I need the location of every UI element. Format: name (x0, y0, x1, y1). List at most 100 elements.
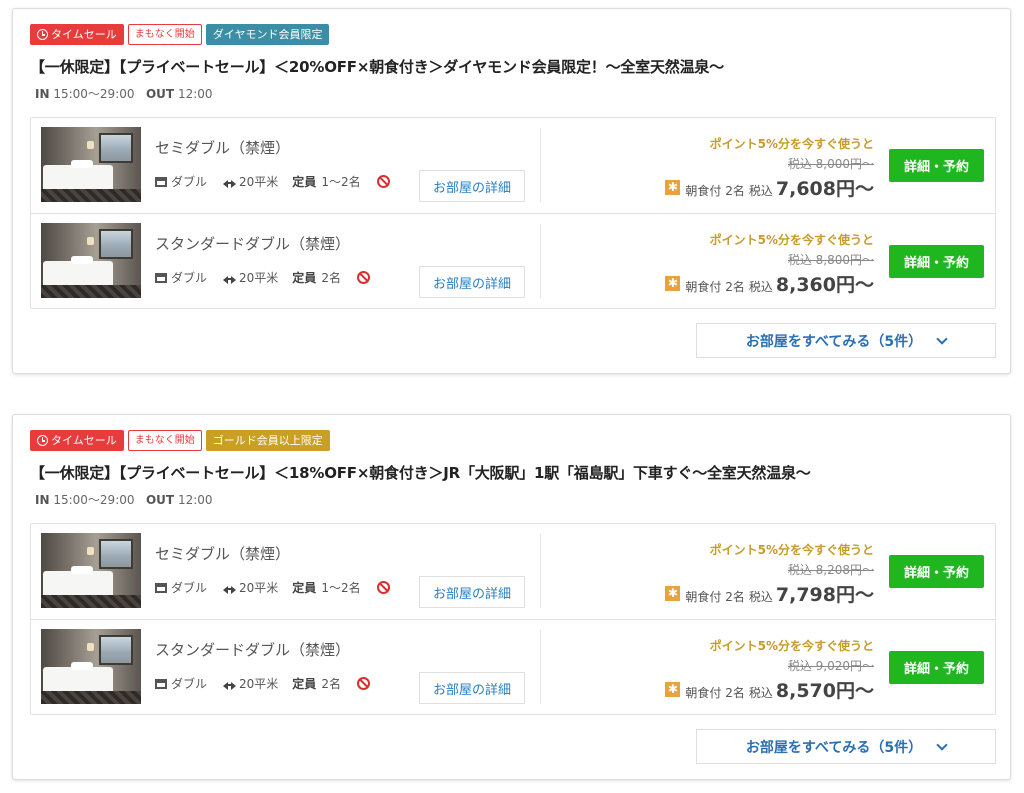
price-row: ✱ 朝食付 2名 税込 8,360円～ (665, 270, 874, 297)
room-detail-button[interactable]: お部屋の詳細 (419, 672, 525, 704)
clock-icon (37, 435, 48, 446)
bed-type: ダブル (171, 271, 208, 285)
area-arrows-icon (223, 177, 237, 188)
meal-info: 朝食付 2名 (685, 184, 745, 198)
room-row: セミダブル（禁煙） ダブル 20平米 定員 1～2名 お部屋の詳細 ポイント5%分… (31, 118, 995, 213)
bed-type: ダブル (171, 581, 208, 595)
tax-label: 税込 (748, 686, 773, 700)
bed-icon (155, 678, 167, 689)
capacity-label: 定員 (292, 581, 317, 595)
see-all-label: お部屋をすべてみる（5件） (745, 333, 923, 350)
capacity: 2名 (321, 271, 341, 285)
capacity-label: 定員 (292, 677, 317, 691)
divider (540, 534, 541, 608)
area-arrows-icon (223, 583, 237, 594)
original-price: 税込 8,000円～ (787, 157, 874, 171)
see-all-rooms-button[interactable]: お部屋をすべてみる（5件） (696, 323, 996, 358)
bed-icon (155, 176, 167, 187)
room-photo[interactable] (41, 223, 141, 298)
room-specs: ダブル 20平米 定員 1～2名 (155, 579, 390, 596)
points-promo: ポイント5%分を今すぐ使うと (709, 137, 874, 151)
plan-title[interactable]: 【一休限定】【プライベートセール】＜20%OFF×朝食付き＞ダイヤモンド会員限定… (30, 56, 724, 77)
checkin-time: 15:00～29:00 (53, 493, 135, 507)
divider (540, 128, 541, 202)
plan-badges: タイムセール まもなく開始 ゴールド会員以上限定 (30, 430, 330, 451)
reserve-button[interactable]: 詳細・予約 (889, 651, 984, 684)
capacity: 1～2名 (321, 175, 361, 189)
room-photo[interactable] (41, 533, 141, 608)
room-detail-button[interactable]: お部屋の詳細 (419, 266, 525, 298)
tax-label: 税込 (748, 184, 773, 198)
area-arrows-icon (223, 273, 237, 284)
price-row: ✱ 朝食付 2名 税込 7,798円～ (665, 580, 874, 607)
no-smoking-icon (356, 271, 370, 284)
checkout-time: 12:00 (177, 493, 213, 507)
reserve-button[interactable]: 詳細・予約 (889, 245, 984, 278)
room-name[interactable]: セミダブル（禁煙） (155, 543, 290, 564)
clock-icon (37, 29, 48, 40)
capacity-label: 定員 (292, 175, 317, 189)
room-photo[interactable] (41, 629, 141, 704)
divider (540, 224, 541, 298)
room-row: スタンダードダブル（禁煙） ダブル 20平米 定員 2名 お部屋の詳細 ポイント5… (31, 619, 995, 714)
room-specs: ダブル 20平米 定員 1～2名 (155, 173, 390, 190)
price-row: ✱ 朝食付 2名 税込 8,570円～ (665, 676, 874, 703)
room-list: セミダブル（禁煙） ダブル 20平米 定員 1～2名 お部屋の詳細 ポイント5%分… (30, 117, 996, 309)
capacity: 2名 (321, 677, 341, 691)
points-promo: ポイント5%分を今すぐ使うと (709, 543, 874, 557)
original-price: 税込 8,208円～ (787, 563, 874, 577)
time-sale-badge: タイムセール (30, 24, 124, 45)
plan-badges: タイムセール まもなく開始 ダイヤモンド会員限定 (30, 24, 330, 45)
room-area: 20平米 (239, 271, 279, 285)
divider (540, 630, 541, 704)
meal-info: 朝食付 2名 (685, 686, 745, 700)
room-area: 20平米 (239, 175, 279, 189)
starting-soon-badge: まもなく開始 (127, 430, 202, 451)
plan-card: タイムセール まもなく開始 ダイヤモンド会員限定 【一休限定】【プライベートセー… (12, 8, 1011, 374)
room-specs: ダブル 20平米 定員 2名 (155, 269, 370, 286)
room-name[interactable]: セミダブル（禁煙） (155, 137, 290, 158)
chevron-down-icon (936, 332, 948, 345)
discounted-price: 7,608円～ (775, 178, 874, 200)
room-photo[interactable] (41, 127, 141, 202)
member-limited-badge: ゴールド会員以上限定 (205, 430, 330, 451)
capacity: 1～2名 (321, 581, 361, 595)
room-list: セミダブル（禁煙） ダブル 20平米 定員 1～2名 お部屋の詳細 ポイント5%分… (30, 523, 996, 715)
reserve-button[interactable]: 詳細・予約 (889, 149, 984, 182)
area-arrows-icon (223, 679, 237, 690)
original-price: 税込 9,020円～ (787, 659, 874, 673)
room-specs: ダブル 20平米 定員 2名 (155, 675, 370, 692)
capacity-label: 定員 (292, 271, 317, 285)
sun-icon: ✱ (665, 682, 681, 697)
tax-label: 税込 (748, 590, 773, 604)
room-area: 20平米 (239, 581, 279, 595)
member-limited-badge: ダイヤモンド会員限定 (205, 24, 330, 45)
chevron-down-icon (936, 738, 948, 751)
meal-info: 朝食付 2名 (685, 590, 745, 604)
no-smoking-icon (376, 175, 390, 188)
time-sale-badge: タイムセール (30, 430, 124, 451)
points-promo: ポイント5%分を今すぐ使うと (709, 639, 874, 653)
discounted-price: 8,360円～ (775, 274, 874, 296)
discounted-price: 7,798円～ (775, 584, 874, 606)
starting-soon-badge: まもなく開始 (127, 24, 202, 45)
room-detail-button[interactable]: お部屋の詳細 (419, 576, 525, 608)
see-all-rooms-button[interactable]: お部屋をすべてみる（5件） (696, 729, 996, 764)
checkin-checkout-times: IN 15:00～29:00 OUT 12:00 (35, 85, 213, 102)
room-row: セミダブル（禁煙） ダブル 20平米 定員 1～2名 お部屋の詳細 ポイント5%分… (31, 524, 995, 619)
room-name[interactable]: スタンダードダブル（禁煙） (155, 233, 350, 254)
reserve-button[interactable]: 詳細・予約 (889, 555, 984, 588)
see-all-label: お部屋をすべてみる（5件） (745, 739, 923, 756)
bed-icon (155, 272, 167, 283)
bed-icon (155, 582, 167, 593)
checkin-time: 15:00～29:00 (53, 87, 135, 101)
room-name[interactable]: スタンダードダブル（禁煙） (155, 639, 350, 660)
room-detail-button[interactable]: お部屋の詳細 (419, 170, 525, 202)
checkin-label: IN (35, 87, 50, 101)
bed-type: ダブル (171, 677, 208, 691)
meal-info: 朝食付 2名 (685, 280, 745, 294)
plan-title[interactable]: 【一休限定】【プライベートセール】＜18%OFF×朝食付き＞JR「大阪駅」1駅「… (30, 462, 811, 483)
checkout-label: OUT (145, 493, 175, 507)
room-area: 20平米 (239, 677, 279, 691)
room-row: スタンダードダブル（禁煙） ダブル 20平米 定員 2名 お部屋の詳細 ポイント5… (31, 213, 995, 308)
